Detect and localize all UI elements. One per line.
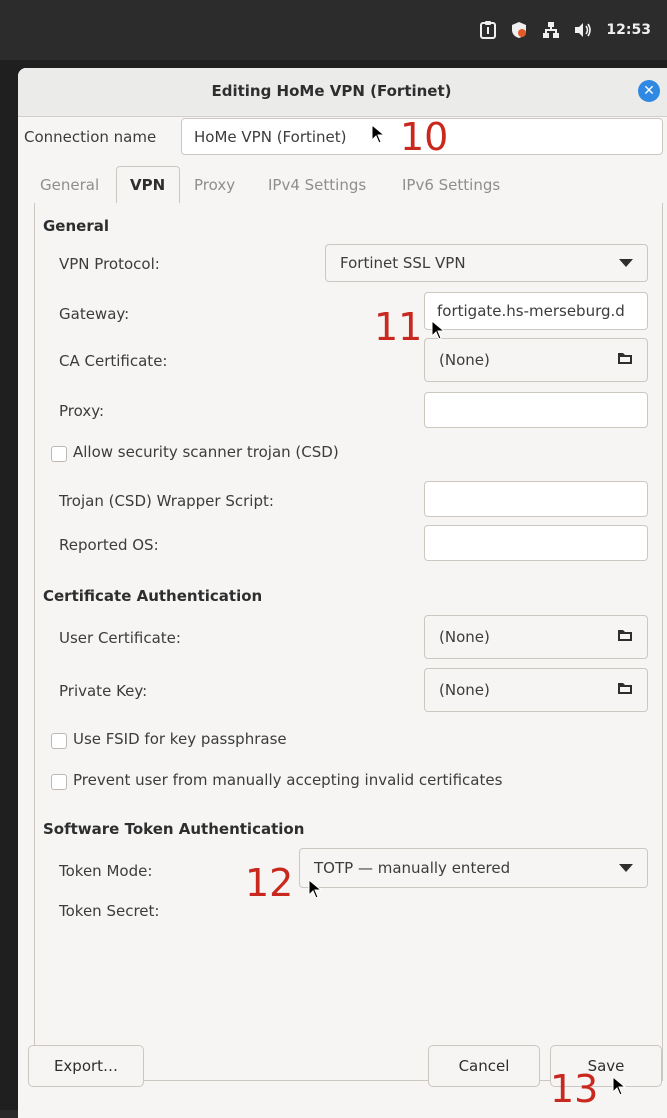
reported-os-label: Reported OS: [59, 536, 159, 554]
prevent-invalid-cert-label: Prevent user from manually accepting inv… [73, 771, 503, 789]
cursor-icon [308, 879, 322, 899]
user-certificate-value: (None) [439, 628, 490, 646]
vpn-protocol-select[interactable]: Fortinet SSL VPN [325, 244, 648, 282]
chevron-down-icon [619, 864, 633, 872]
tab-proxy[interactable]: Proxy [194, 176, 235, 194]
user-certificate-label: User Certificate: [59, 629, 181, 647]
gateway-input[interactable]: fortigate.hs-merseburg.d [424, 292, 648, 330]
fsid-checkbox[interactable] [51, 733, 67, 749]
volume-icon[interactable] [574, 22, 592, 38]
shield-icon[interactable] [510, 21, 528, 39]
connection-name-label: Connection name [24, 128, 157, 146]
tab-ipv6-settings[interactable]: IPv6 Settings [402, 176, 500, 194]
cert-auth-heading: Certificate Authentication [43, 587, 263, 605]
annotation-11: 11 [374, 305, 423, 349]
reported-os-input[interactable] [424, 525, 648, 561]
top-panel: 12:53 [0, 0, 667, 60]
file-chooser-icon [617, 628, 633, 646]
token-secret-label: Token Secret: [59, 902, 160, 920]
dialog-title: Editing HoMe VPN (Fortinet) [211, 82, 452, 100]
ca-certificate-chooser[interactable]: (None) [424, 338, 648, 382]
vpn-protocol-label: VPN Protocol: [59, 255, 160, 273]
tab-general[interactable]: General [40, 176, 99, 194]
annotation-12: 12 [245, 861, 294, 905]
csd-wrapper-label: Trojan (CSD) Wrapper Script: [59, 492, 274, 510]
edit-connection-dialog: Editing HoMe VPN (Fortinet) ✕ Connection… [18, 68, 667, 1118]
general-heading: General [43, 217, 109, 235]
dialog-titlebar: Editing HoMe VPN (Fortinet) ✕ [18, 68, 667, 117]
vpn-tab-panel: General VPN Protocol: Fortinet SSL VPN G… [34, 203, 663, 1081]
vpn-protocol-value: Fortinet SSL VPN [340, 254, 466, 272]
token-mode-label: Token Mode: [59, 862, 153, 880]
proxy-label: Proxy: [59, 402, 105, 420]
fsid-label: Use FSID for key passphrase [73, 730, 287, 748]
system-tray: 12:53 [480, 18, 651, 42]
file-chooser-icon [617, 351, 633, 369]
chevron-down-icon [619, 259, 633, 267]
ca-certificate-label: CA Certificate: [59, 352, 168, 370]
private-key-label: Private Key: [59, 682, 148, 700]
annotation-10: 10 [400, 115, 449, 159]
export-button[interactable]: Export… [28, 1045, 144, 1087]
network-icon[interactable] [542, 21, 560, 39]
token-mode-select[interactable]: TOTP — manually entered [299, 848, 648, 888]
tab-ipv4-settings[interactable]: IPv4 Settings [268, 176, 366, 194]
close-button[interactable]: ✕ [638, 80, 660, 102]
csd-checkbox[interactable] [51, 446, 67, 462]
close-icon: ✕ [643, 83, 655, 99]
proxy-input[interactable] [424, 392, 648, 428]
file-chooser-icon [617, 681, 633, 699]
private-key-chooser[interactable]: (None) [424, 668, 648, 712]
csd-wrapper-input[interactable] [424, 481, 648, 517]
clipboard-icon[interactable] [480, 21, 497, 39]
clock[interactable]: 12:53 [606, 22, 651, 38]
gateway-value: fortigate.hs-merseburg.d [437, 302, 625, 320]
tab-vpn[interactable]: VPN [130, 176, 165, 194]
token-mode-value: TOTP — manually entered [314, 859, 511, 877]
private-key-value: (None) [439, 681, 490, 699]
cursor-icon [431, 320, 445, 340]
ca-certificate-value: (None) [439, 351, 490, 369]
cursor-icon [371, 124, 385, 144]
token-auth-heading: Software Token Authentication [43, 820, 305, 838]
connection-name-value: HoMe VPN (Fortinet) [194, 127, 347, 146]
annotation-13: 13 [550, 1067, 599, 1111]
cancel-button[interactable]: Cancel [428, 1045, 540, 1087]
cursor-icon [612, 1076, 626, 1096]
prevent-invalid-cert-checkbox[interactable] [51, 774, 67, 790]
gateway-label: Gateway: [59, 305, 130, 323]
user-certificate-chooser[interactable]: (None) [424, 615, 648, 659]
csd-label: Allow security scanner trojan (CSD) [73, 443, 339, 461]
